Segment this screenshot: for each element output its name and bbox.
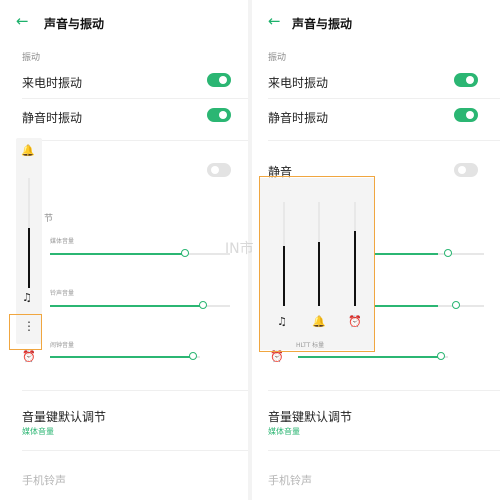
alarm-volume-knob[interactable] — [188, 352, 197, 360]
default-adjust-label[interactable]: 音量键默认调节 — [268, 408, 352, 425]
watermark: IN市 — [225, 241, 254, 257]
back-arrow-icon[interactable]: ← — [16, 12, 29, 30]
default-adjust-label[interactable]: 音量键默认调节 — [22, 408, 106, 425]
alarm-volume-label: 闹钟音量 — [50, 342, 75, 349]
silent-mode-toggle[interactable] — [454, 163, 478, 177]
silent-vibrate-label: 静音时振动 — [22, 111, 83, 125]
section-vibration: 振动 — [268, 53, 287, 63]
left-screen: ← 声音与振动 振动 来电时振动 静音时振动 节 媒体音量 铃声音量 闹钟音量 … — [0, 0, 248, 500]
page-title: 声音与振动 — [44, 17, 105, 31]
alarm-clock-icon: ⏰ — [22, 350, 36, 363]
silent-vibrate-label: 静音时振动 — [268, 111, 329, 125]
ring-volume-knob[interactable] — [451, 301, 460, 309]
right-screen: ← 声音与振动 振动 来电时振动 静音时振动 静音 ⏰ 音量键默认调节 媒体音量… — [252, 0, 500, 500]
popup-volume-slider[interactable] — [28, 178, 30, 288]
alarm-volume-slider[interactable] — [50, 356, 200, 358]
default-adjust-value: 媒体音量 — [268, 427, 300, 436]
music-note-icon[interactable]: ♫ — [22, 292, 32, 304]
alarm-volume-slider[interactable] — [298, 356, 448, 358]
incoming-call-vibrate-toggle[interactable] — [207, 73, 231, 87]
volume-section-partial: 节 — [44, 214, 54, 224]
ring-volume-label: 铃声音量 — [50, 290, 75, 297]
alarm-volume-knob[interactable] — [436, 352, 445, 360]
more-dots-icon[interactable]: ⋮ — [23, 320, 35, 332]
incoming-call-vibrate-label: 来电时振动 — [268, 76, 329, 90]
back-arrow-icon[interactable]: ← — [268, 12, 281, 30]
default-adjust-value: 媒体音量 — [22, 427, 54, 436]
media-volume-label: 媒体音量 — [50, 238, 75, 245]
incoming-call-vibrate-label: 来电时振动 — [22, 76, 83, 90]
alarm-clock-icon: ⏰ — [270, 350, 284, 363]
section-vibration: 振动 — [22, 53, 41, 63]
ring-volume-knob[interactable] — [199, 301, 207, 309]
ringtone-label[interactable]: 手机铃声 — [268, 472, 312, 488]
bell-icon[interactable]: 🔔 — [21, 145, 35, 157]
media-volume-knob[interactable] — [444, 249, 452, 257]
incoming-call-vibrate-toggle[interactable] — [454, 73, 478, 87]
media-volume-knob[interactable] — [181, 249, 189, 257]
ringtone-label[interactable]: 手机铃声 — [22, 472, 66, 488]
silent-vibrate-toggle[interactable] — [207, 108, 231, 122]
silent-mode-toggle[interactable] — [207, 163, 231, 177]
media-volume-slider[interactable] — [50, 253, 230, 255]
page-title: 声音与振动 — [292, 17, 353, 31]
silent-vibrate-toggle[interactable] — [454, 108, 478, 122]
volume-popup-highlight — [259, 176, 375, 352]
